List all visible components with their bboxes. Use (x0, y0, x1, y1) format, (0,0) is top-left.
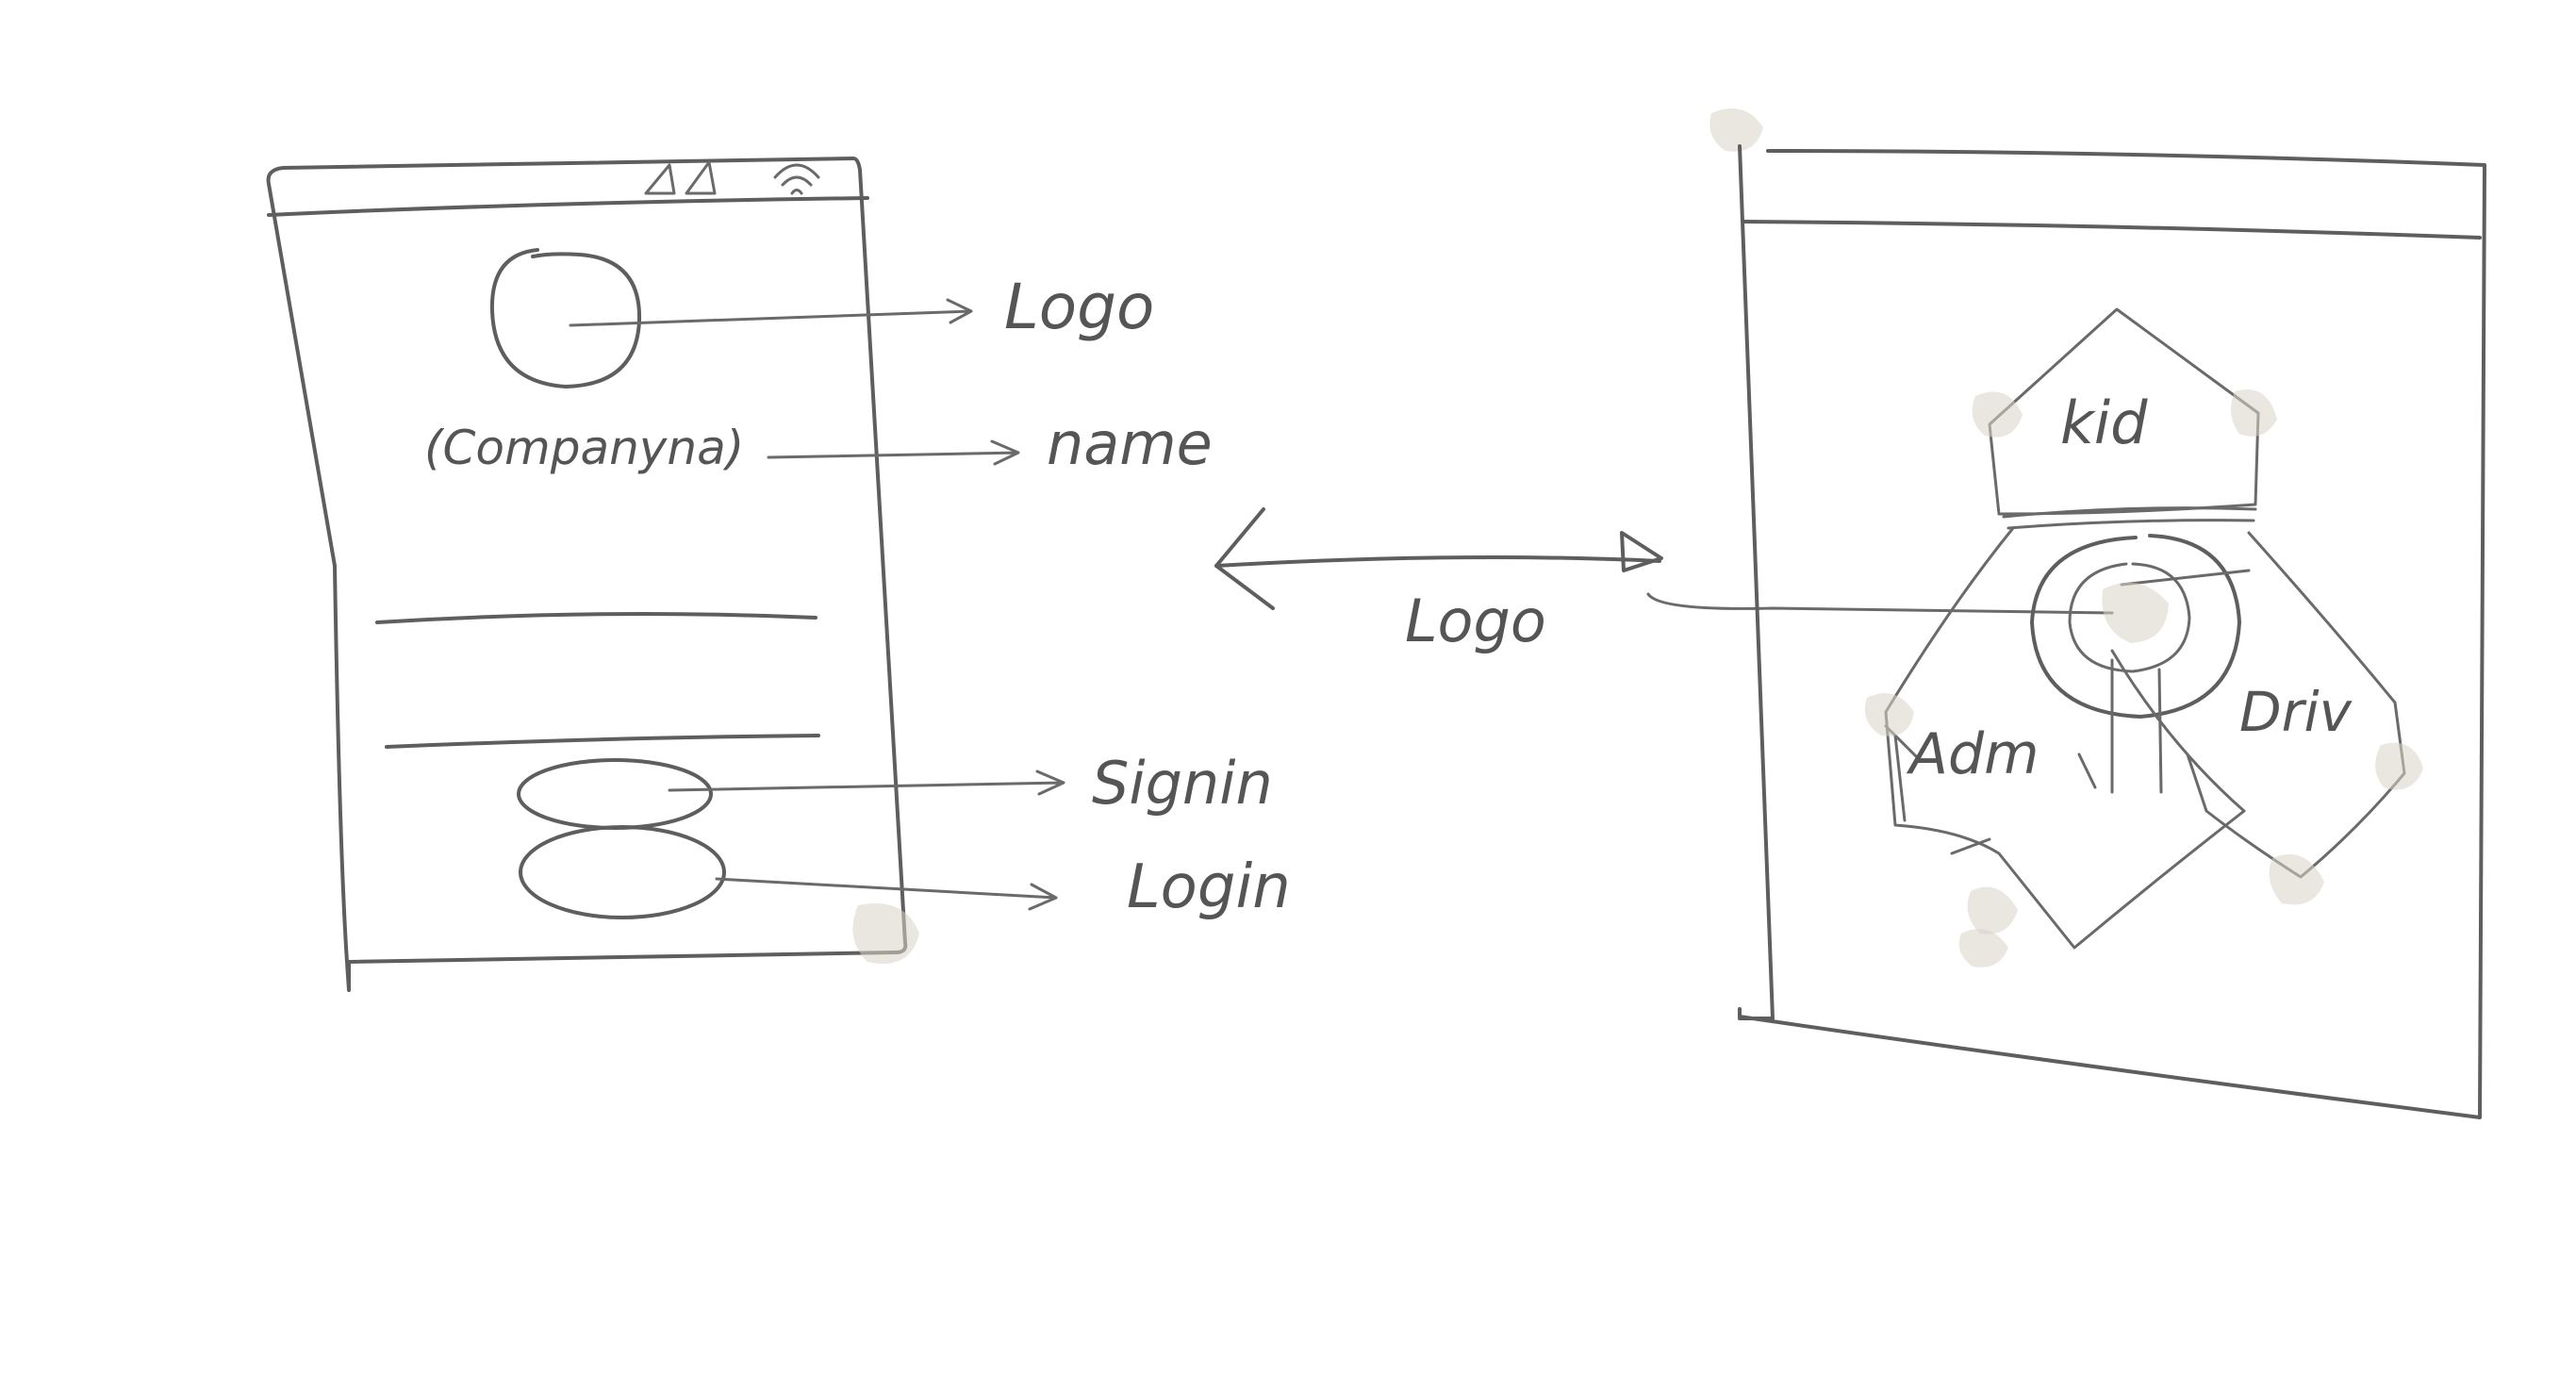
logo-connector-line (1646, 592, 2114, 615)
smudge-center (2102, 582, 2169, 643)
smudge-driver-bottom (2269, 853, 2324, 905)
smudge-left (852, 903, 919, 964)
signal-icon (644, 160, 717, 195)
signin-arrow (668, 769, 1065, 796)
signin-button-shape (517, 758, 713, 830)
sketch-canvas: (Companyna) Logo name Signin Login Logo … (0, 0, 2576, 1373)
logo-annotation: Logo (1004, 271, 1154, 343)
wifi-icon (773, 163, 820, 195)
logo-arrow (569, 298, 973, 327)
smudge-admin-bottom (1967, 886, 2018, 935)
smudge-admin-bottom-2 (1958, 929, 2008, 968)
status-bar-divider (267, 196, 869, 217)
login-button-shape (519, 825, 726, 919)
signin-annotation: Signin (1092, 749, 1273, 818)
smudge-driver-right (2375, 742, 2423, 790)
left-annotations: Logo name Signin Login (569, 271, 1291, 922)
double-arrow-left-head (1214, 507, 1275, 610)
double-arrow-label: Logo (1405, 587, 1546, 655)
name-annotation: name (1047, 409, 1213, 478)
admin-label: Adm (1906, 721, 2039, 787)
navigation-double-arrow: Logo (1214, 507, 2114, 655)
right-tablet-frame (1738, 144, 2486, 1119)
smudge-admin-left (1864, 693, 1914, 736)
smudge-kid-right (2231, 389, 2277, 437)
driver-label: Driv (2239, 680, 2353, 744)
smudge-kid-left (1972, 391, 2023, 438)
input-field-line-1 (375, 612, 817, 624)
left-phone-wireframe: (Companyna) (266, 157, 919, 992)
login-annotation: Login (1127, 852, 1291, 922)
left-phone-frame (266, 157, 908, 992)
name-arrow (767, 439, 1020, 466)
smudge-top (1709, 108, 1763, 152)
logo-circle (489, 248, 642, 389)
kid-label: kid (2060, 389, 2148, 457)
double-arrow-right-head (1620, 531, 1663, 572)
company-name-text: (Companyna) (424, 421, 744, 475)
tablet-header-divider (1742, 220, 2482, 240)
double-arrow-shaft (1214, 555, 1661, 568)
wireframe-sketch: (Companyna) Logo name Signin Login Logo … (266, 108, 2486, 1119)
input-field-line-2 (385, 734, 820, 749)
